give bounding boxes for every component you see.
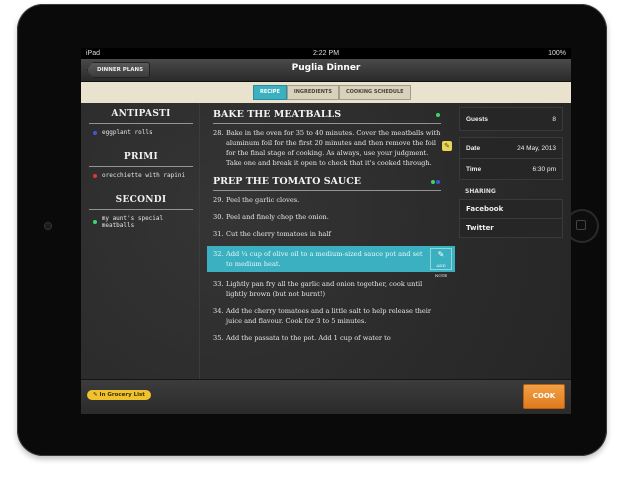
nav-bar: DINNER PLANS Puglia Dinner: [81, 59, 571, 82]
step-text: Add the passata to the pot. Add 1 cup of…: [226, 334, 391, 342]
add-note-button[interactable]: ✎ ADD NOTE: [430, 248, 452, 278]
recipe-step[interactable]: 30. Peel and finely chop the onion.: [213, 212, 441, 222]
dish-item[interactable]: my aunt's special meatballs: [93, 215, 193, 229]
step-text: Peel and finely chop the onion.: [226, 213, 329, 221]
step-number: 32.: [213, 250, 224, 258]
recipe-step[interactable]: 33. Lightly pan fry all the garlic and on…: [213, 279, 441, 299]
step-number: 30.: [213, 213, 224, 221]
step-number: 33.: [213, 280, 224, 288]
status-bar: iPad 2:22 PM 100%: [81, 48, 571, 59]
pencil-icon: ✎: [437, 250, 445, 259]
dinner-details: Guests 8 Date 24 May, 2013 Time 6:30 pm SHA…: [459, 103, 571, 379]
recipe-steps: BAKE THE MEATBALLS 28. Bake in the oven …: [207, 103, 455, 379]
dish-label: orecchiette with rapini: [102, 172, 186, 179]
step-number: 35.: [213, 334, 224, 342]
bottom-toolbar: ✎ In Grocery List COOK THIS!: [81, 379, 571, 414]
prep-heading: PREP THE TOMATO SAUCE: [213, 176, 362, 187]
menu-section-antipasti: ANTIPASTI eggplant rolls: [89, 109, 193, 136]
battery-label: 100%: [548, 50, 566, 57]
step-number: 28.: [213, 129, 224, 137]
green-dot-icon: [436, 112, 440, 117]
step-text: Peel the garlic cloves.: [226, 196, 300, 204]
blue-dot-icon: [93, 130, 97, 135]
step-text: Cut the cherry tomatoes in half: [226, 230, 331, 238]
time-value: 6:30 pm: [532, 165, 557, 173]
note-icon[interactable]: ✎: [442, 141, 452, 151]
recipe-step[interactable]: 28. Bake in the oven for 35 to 40 minute…: [213, 128, 441, 168]
step-text: Add the cherry tomatoes and a little sal…: [226, 307, 432, 325]
guests-card[interactable]: Guests 8: [459, 107, 563, 131]
recipe-step-selected[interactable]: 32. Add ¼ cup of olive oil to a medium-s…: [207, 246, 455, 278]
menu-sidebar: ANTIPASTI eggplant rolls PRIMI orecchiet…: [81, 103, 200, 379]
time-label: Time: [466, 165, 482, 173]
dish-label: my aunt's special meatballs: [101, 215, 164, 229]
menu-section-secondi: SECONDI my aunt's special meatballs: [89, 195, 193, 229]
segmented-tabs: RECIPE INGREDIENTS COOKING SCHEDULE: [81, 82, 571, 104]
step-text: Lightly pan fry all the garlic and onion…: [226, 280, 423, 298]
cook-this-button[interactable]: COOK THIS!: [523, 384, 565, 409]
clock: 2:22 PM: [312, 50, 340, 57]
tab-ingredients[interactable]: INGREDIENTS: [286, 85, 339, 100]
sharing-card: Facebook Twitter: [459, 199, 563, 238]
bake-heading: BAKE THE MEATBALLS: [213, 109, 342, 120]
section-title: SECONDI: [115, 195, 167, 205]
recipe-step[interactable]: 35. Add the passata to the pot. Add 1 cup…: [213, 333, 441, 343]
grocery-list-button[interactable]: ✎ In Grocery List: [87, 390, 151, 400]
section-title: PRIMI: [123, 152, 159, 162]
ipad-device: iPad 2:22 PM 100% DINNER PLANS Puglia Di…: [17, 4, 607, 456]
front-camera: [44, 222, 52, 230]
step-text: Add ¼ cup of olive oil to a medium-sized…: [226, 250, 423, 268]
date-label: Date: [466, 144, 481, 152]
screen: iPad 2:22 PM 100% DINNER PLANS Puglia Di…: [81, 48, 571, 414]
green-dot-icon: [431, 179, 435, 184]
sharing-heading: SHARING: [465, 188, 496, 195]
menu-section-primi: PRIMI orecchiette with rapini: [89, 152, 193, 179]
recipe-step[interactable]: 29. Peel the garlic cloves.: [213, 195, 441, 205]
step-number: 34.: [213, 307, 224, 315]
facebook-share[interactable]: Facebook: [460, 200, 562, 219]
step-number: 29.: [213, 196, 224, 204]
recipe-step[interactable]: 31. Cut the cherry tomatoes in half: [213, 229, 441, 239]
twitter-share[interactable]: Twitter: [460, 219, 562, 237]
datetime-card[interactable]: Date 24 May, 2013 Time 6:30 pm: [459, 137, 563, 180]
dish-item[interactable]: orecchiette with rapini: [93, 172, 193, 179]
add-note-label: ADD NOTE: [434, 263, 448, 278]
chalkboard-content: ANTIPASTI eggplant rolls PRIMI orecchiet…: [81, 103, 571, 379]
green-dot-icon: [93, 220, 97, 224]
grocery-label: In Grocery List: [99, 392, 145, 398]
guests-value: 8: [552, 115, 556, 123]
date-value: 24 May, 2013: [517, 144, 556, 152]
blue-dot-icon: [436, 179, 440, 184]
step-number: 31.: [213, 230, 224, 238]
section-title: ANTIPASTI: [111, 109, 171, 119]
dish-item[interactable]: eggplant rolls: [93, 129, 193, 136]
page-title: Puglia Dinner: [291, 63, 361, 73]
tab-recipe[interactable]: RECIPE: [253, 85, 287, 100]
guests-label: Guests: [466, 115, 489, 123]
red-dot-icon: [93, 173, 97, 178]
recipe-step[interactable]: 34. Add the cherry tomatoes and a little …: [213, 306, 441, 326]
step-text: Bake in the oven for 35 to 40 minutes. C…: [226, 129, 441, 167]
dish-label: eggplant rolls: [102, 129, 153, 136]
tab-cooking-schedule[interactable]: COOKING SCHEDULE: [338, 85, 411, 100]
